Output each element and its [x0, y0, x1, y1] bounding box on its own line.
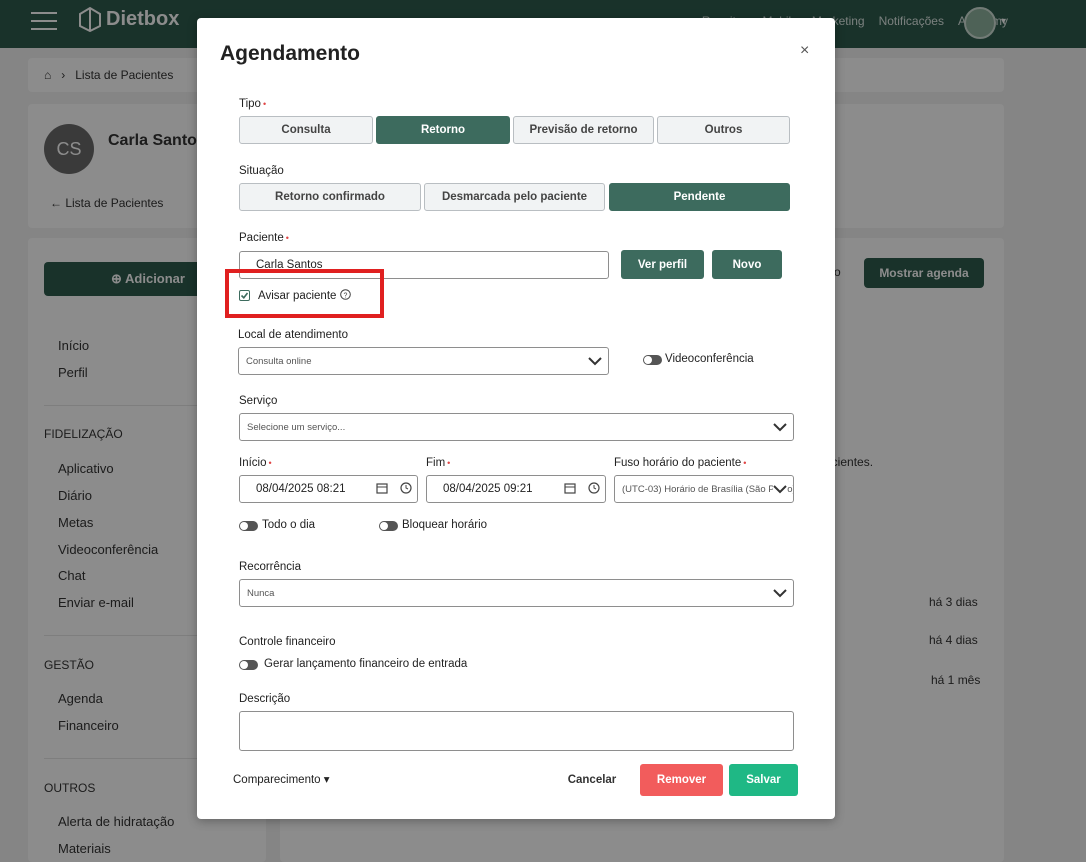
- calendar-icon[interactable]: [376, 482, 388, 494]
- chevron-down-icon: [773, 484, 787, 494]
- descricao-textarea[interactable]: [239, 711, 794, 751]
- situacao-desmarcada[interactable]: Desmarcada pelo paciente: [424, 183, 605, 211]
- fim-value: 08/04/2025 09:21: [443, 483, 533, 495]
- situacao-pendente[interactable]: Pendente: [609, 183, 790, 211]
- inicio-label: Início •: [239, 457, 272, 469]
- recorrencia-label: Recorrência: [239, 561, 301, 573]
- close-icon[interactable]: ×: [800, 42, 809, 60]
- chevron-down-icon: [773, 423, 787, 432]
- todo-dia-toggle[interactable]: [239, 521, 258, 531]
- controle-label: Controle financeiro: [239, 636, 336, 648]
- bloquear-label: Bloquear horário: [402, 519, 488, 531]
- local-label: Local de atendimento: [238, 329, 348, 341]
- gerar-lancamento-label: Gerar lançamento financeiro de entrada: [264, 658, 468, 670]
- comparecimento-dropdown[interactable]: Comparecimento ▾: [233, 772, 330, 786]
- clock-icon[interactable]: [588, 482, 600, 494]
- recorrencia-select[interactable]: Nunca: [239, 579, 794, 607]
- chevron-down-icon: [588, 357, 602, 366]
- ver-perfil-button[interactable]: Ver perfil: [621, 250, 704, 279]
- tipo-retorno[interactable]: Retorno: [376, 116, 510, 144]
- fuso-select[interactable]: (UTC-03) Horário de Brasília (São Paulo): [614, 475, 794, 503]
- modal-title: Agendamento: [220, 42, 361, 65]
- descricao-label: Descrição: [239, 693, 291, 705]
- paciente-label: Paciente •: [239, 232, 289, 244]
- servico-select[interactable]: Selecione um serviço...: [239, 413, 794, 441]
- tipo-previsao[interactable]: Previsão de retorno: [513, 116, 654, 144]
- cancel-button[interactable]: Cancelar: [557, 764, 627, 796]
- local-select[interactable]: Consulta online: [238, 347, 609, 375]
- save-button[interactable]: Salvar: [729, 764, 798, 796]
- appointment-modal: Agendamento × Tipo • Consulta Retorno Pre…: [197, 18, 835, 819]
- caret-down-icon: ▾: [323, 774, 330, 786]
- clock-icon[interactable]: [400, 482, 412, 494]
- bloquear-toggle[interactable]: [379, 521, 398, 531]
- fuso-label: Fuso horário do paciente •: [614, 457, 747, 469]
- inicio-value: 08/04/2025 08:21: [256, 483, 346, 495]
- servico-label: Serviço: [239, 395, 278, 407]
- situacao-confirmado[interactable]: Retorno confirmado: [239, 183, 421, 211]
- inicio-input[interactable]: 08/04/2025 08:21: [239, 475, 418, 503]
- fim-input[interactable]: 08/04/2025 09:21: [426, 475, 606, 503]
- fuso-value: (UTC-03) Horário de Brasília (São Paulo): [622, 483, 794, 495]
- tipo-label: Tipo •: [239, 98, 267, 110]
- tipo-outros[interactable]: Outros: [657, 116, 790, 144]
- chevron-down-icon: [773, 589, 787, 598]
- videoconferencia-toggle[interactable]: [643, 355, 662, 365]
- videoconferencia-label: Videoconferência: [665, 353, 754, 365]
- todo-dia-label: Todo o dia: [262, 519, 316, 531]
- tipo-consulta[interactable]: Consulta: [239, 116, 373, 144]
- novo-button[interactable]: Novo: [712, 250, 782, 279]
- local-select-value: Consulta online: [246, 355, 312, 367]
- servico-placeholder: Selecione um serviço...: [247, 421, 346, 433]
- fim-label: Fim •: [426, 457, 451, 469]
- gerar-lancamento-toggle[interactable]: [239, 660, 258, 670]
- situacao-label: Situação: [239, 165, 284, 177]
- highlight-box: [225, 269, 384, 318]
- remove-button[interactable]: Remover: [640, 764, 723, 796]
- calendar-icon[interactable]: [564, 482, 576, 494]
- recorrencia-value: Nunca: [247, 587, 275, 599]
